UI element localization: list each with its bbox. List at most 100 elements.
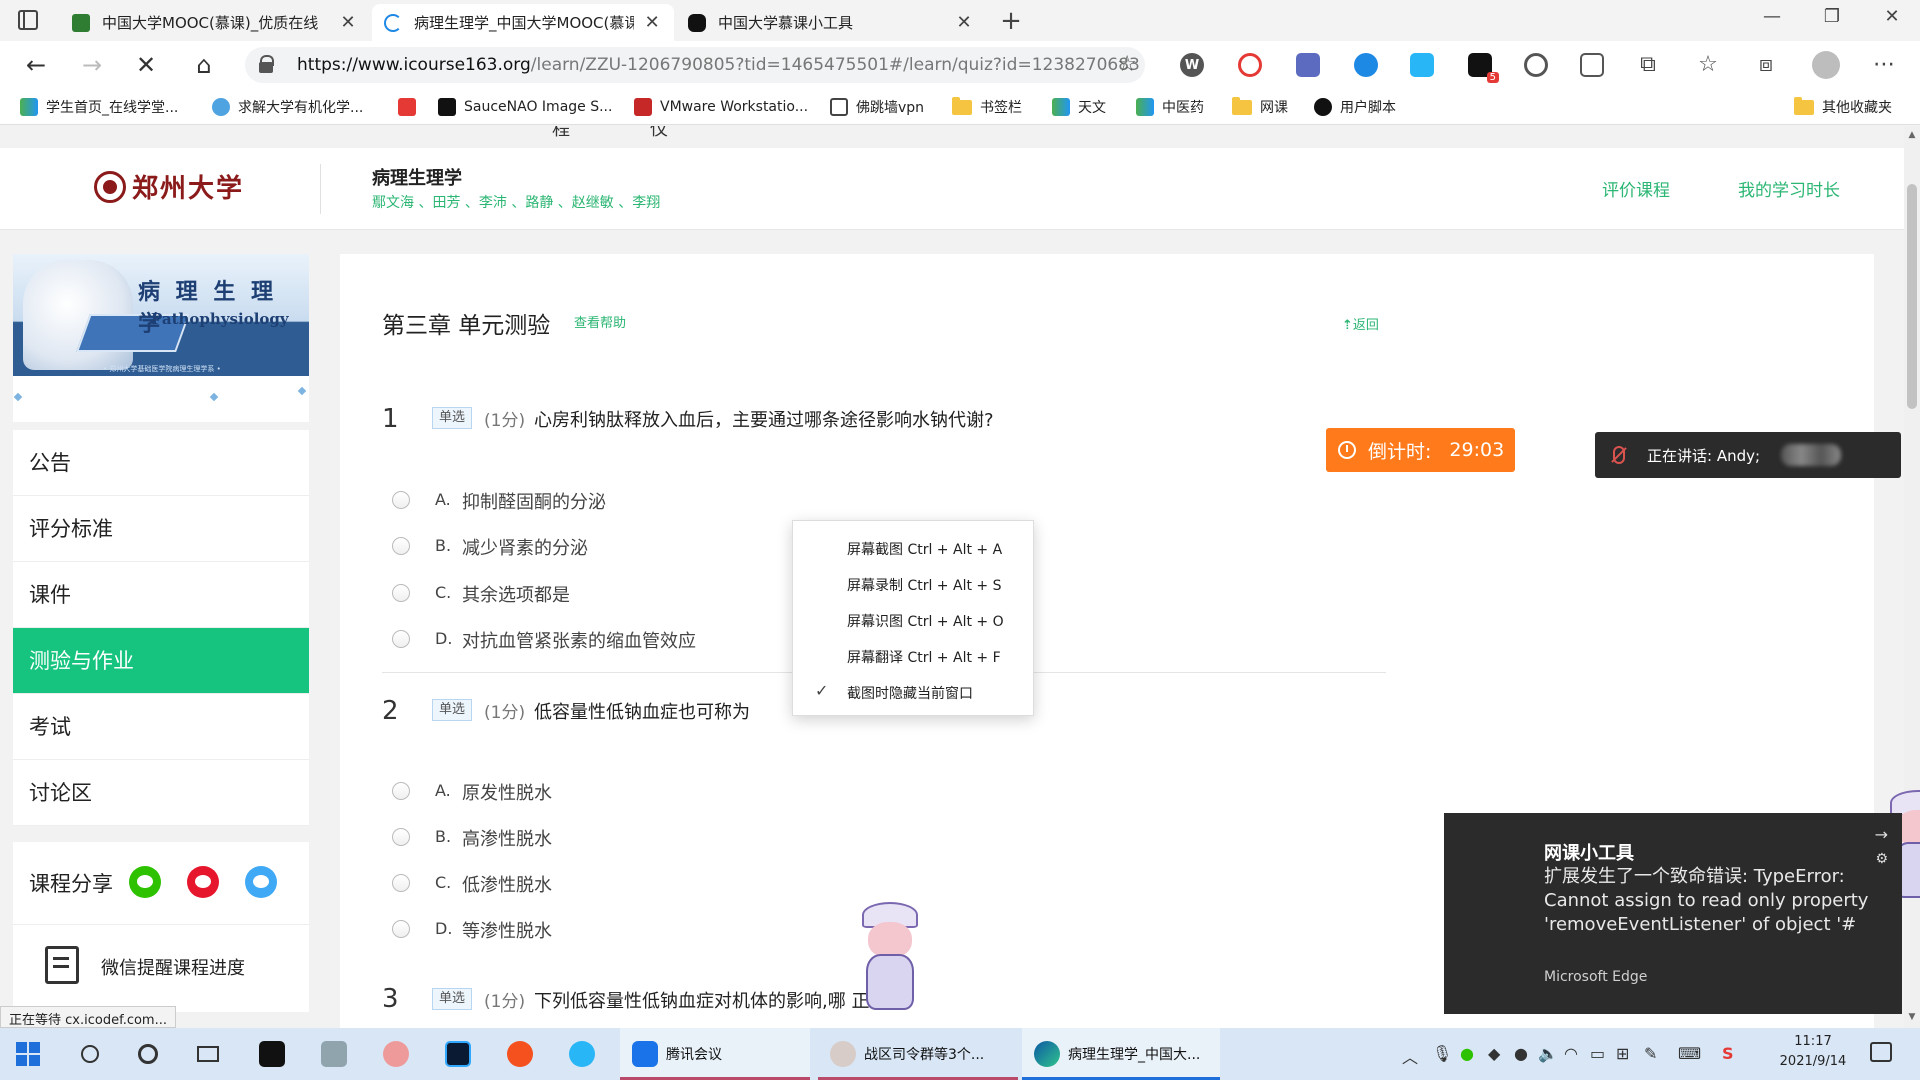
system-clock[interactable]: 11:17 2021/9/14 — [1768, 1032, 1858, 1072]
stack-app-icon[interactable] — [316, 1036, 352, 1072]
option-radio[interactable] — [392, 491, 410, 509]
wechat-reminder-link[interactable]: 微信提醒课程进度 — [101, 954, 245, 980]
search-icon[interactable] — [72, 1036, 108, 1072]
option-radio[interactable] — [392, 537, 410, 555]
keyboard-icon[interactable]: ⌨ — [1678, 1044, 1701, 1063]
option-radio[interactable] — [392, 828, 410, 846]
extension-globe-icon[interactable] — [1354, 53, 1378, 77]
menu-quiz-homework[interactable]: 测验与作业 — [13, 628, 309, 694]
option-radio[interactable] — [392, 920, 410, 938]
close-icon[interactable]: ✕ — [338, 12, 358, 33]
back-link[interactable]: ⇡返回 — [1342, 314, 1379, 333]
wifi-icon[interactable]: ◠ — [1564, 1044, 1578, 1063]
menu-courseware[interactable]: 课件 — [13, 562, 309, 628]
show-hidden-icons[interactable]: ︿ — [1402, 1044, 1418, 1068]
wechat-tray-icon[interactable]: ● — [1460, 1044, 1474, 1063]
extension-timer-icon[interactable] — [1238, 53, 1262, 77]
extension-translate-icon[interactable] — [1410, 53, 1434, 77]
reminder-icon[interactable] — [45, 946, 79, 984]
extension-error-notification[interactable]: 网课小工具 扩展发生了一个致命错误: TypeError: Cannot ass… — [1444, 813, 1902, 1014]
close-icon[interactable]: ✕ — [954, 12, 974, 33]
photoshop-icon[interactable] — [440, 1036, 476, 1072]
stop-button[interactable]: ✕ — [130, 49, 162, 81]
cortana-icon[interactable] — [130, 1036, 166, 1072]
desktop-mascot[interactable] — [850, 902, 930, 1022]
option-text[interactable]: 等渗性脱水 — [462, 917, 552, 943]
option-radio[interactable] — [392, 584, 410, 602]
option-text[interactable]: 对抗血管紧张素的缩血管效应 — [462, 627, 696, 653]
media-player-icon[interactable] — [502, 1036, 538, 1072]
extension-record-icon[interactable] — [1524, 53, 1548, 77]
scroll-up-icon[interactable]: ▲ — [1907, 130, 1917, 140]
help-link[interactable]: 查看帮助 — [574, 312, 626, 331]
muted-mic-icon[interactable] — [1613, 446, 1625, 464]
minimize-button[interactable]: — — [1752, 6, 1792, 27]
option-text[interactable]: 高渗性脱水 — [462, 825, 552, 851]
home-button[interactable]: ⌂ — [188, 49, 220, 81]
bookmark-folder[interactable]: 书签栏 — [952, 95, 1022, 119]
extension-reader-icon[interactable] — [1580, 53, 1604, 77]
option-radio[interactable] — [392, 874, 410, 892]
bookmark-item[interactable]: 用户脚本 — [1314, 95, 1396, 119]
back-button[interactable]: ← — [20, 49, 52, 81]
menu-grading[interactable]: 评分标准 — [13, 496, 309, 562]
scroll-down-icon[interactable]: ▼ — [1907, 1012, 1917, 1022]
weibo-icon[interactable] — [187, 866, 219, 898]
taskbar-tencent-meeting[interactable]: 腾讯会议 — [620, 1028, 810, 1080]
qq-app-icon[interactable] — [564, 1036, 600, 1072]
taskbar-qq-group[interactable]: 战区司令群等3个... — [818, 1028, 1018, 1080]
forward-button[interactable]: → — [76, 49, 108, 81]
paint-app-icon[interactable] — [378, 1036, 414, 1072]
extensions-puzzle-icon[interactable]: ⧉ — [1634, 51, 1662, 79]
option-text[interactable]: 低渗性脱水 — [462, 871, 552, 897]
bookmark-item[interactable]: 学生首页_在线学堂... — [20, 95, 178, 119]
extension-bird-icon[interactable] — [1296, 53, 1320, 77]
bookmark-folder[interactable]: 网课 — [1232, 95, 1288, 119]
bluetooth-icon[interactable]: ⊞ — [1616, 1044, 1629, 1063]
scrollbar-thumb[interactable] — [1907, 184, 1917, 409]
bookmark-item[interactable]: 佛跳墙vpn — [830, 95, 924, 119]
terminal-app-icon[interactable] — [254, 1036, 290, 1072]
menu-item-screen-ocr[interactable]: 屏幕识图 Ctrl + Alt + O — [847, 611, 1004, 631]
add-favorite-icon[interactable]: ☆ — [1117, 52, 1137, 77]
bookmark-item[interactable]: 求解大学有机化学... — [212, 95, 363, 119]
restore-button[interactable]: ❐ — [1812, 6, 1852, 27]
bookmark-item[interactable]: 中医药 — [1136, 95, 1204, 119]
battery-icon[interactable]: ▭ — [1590, 1044, 1605, 1063]
qq-icon[interactable] — [245, 866, 277, 898]
bookmark-item[interactable]: 天文 — [1052, 95, 1106, 119]
close-icon[interactable]: ✕ — [642, 12, 662, 33]
profile-avatar[interactable] — [1812, 51, 1840, 79]
collections-icon[interactable]: ⧈ — [1752, 51, 1780, 79]
bookmark-item[interactable]: VMware Workstatio... — [634, 95, 808, 119]
close-window-button[interactable]: ✕ — [1872, 6, 1912, 27]
tab-pathophysiology[interactable]: 病理生理学_中国大学MOOC(慕课 ✕ — [372, 4, 674, 41]
menu-item-hide-window[interactable]: 截图时隐藏当前窗口 — [847, 683, 973, 703]
bookmark-item[interactable] — [398, 95, 424, 119]
menu-item-screen-translate[interactable]: 屏幕翻译 Ctrl + Alt + F — [847, 647, 1001, 667]
task-view-icon[interactable] — [190, 1036, 226, 1072]
menu-exam[interactable]: 考试 — [13, 694, 309, 760]
settings-gear-icon[interactable]: ⚙ — [1875, 851, 1888, 867]
other-favorites-folder[interactable]: 其他收藏夹 — [1794, 95, 1892, 119]
lock-icon[interactable] — [259, 55, 274, 73]
tab-mooc-tool[interactable]: 中国大学慕课小工具 ✕ — [676, 4, 986, 41]
extension-w-icon[interactable]: W — [1180, 53, 1204, 77]
extension-mooc-tool-icon[interactable]: 5 — [1468, 53, 1499, 83]
taskbar-edge[interactable]: 病理生理学_中国大... — [1022, 1028, 1220, 1080]
university-logo[interactable]: 郑州大学 — [94, 168, 244, 205]
menu-item-screen-record[interactable]: 屏幕录制 Ctrl + Alt + S — [847, 575, 1001, 595]
notification-center-icon[interactable] — [1870, 1042, 1892, 1062]
menu-forum[interactable]: 讨论区 — [13, 760, 309, 826]
wechat-icon[interactable] — [129, 866, 161, 898]
volume-icon[interactable]: 🔈 — [1538, 1044, 1558, 1063]
microphone-icon[interactable]: 🎙 — [1432, 1044, 1452, 1063]
option-text[interactable]: 抑制醛固酮的分泌 — [462, 488, 606, 514]
tab-mooc-home[interactable]: 中国大学MOOC(慕课)_优质在线 ✕ — [60, 4, 370, 41]
more-menu-icon[interactable]: ⋯ — [1870, 51, 1898, 79]
expand-arrow-icon[interactable]: → — [1875, 825, 1888, 844]
url-text[interactable]: https://www.icourse163.org/learn/ZZU-120… — [297, 47, 1140, 83]
start-button[interactable] — [16, 1042, 40, 1066]
rate-course-link[interactable]: 评价课程 — [1602, 176, 1670, 201]
qq-tray-icon[interactable]: ● — [1514, 1044, 1528, 1063]
